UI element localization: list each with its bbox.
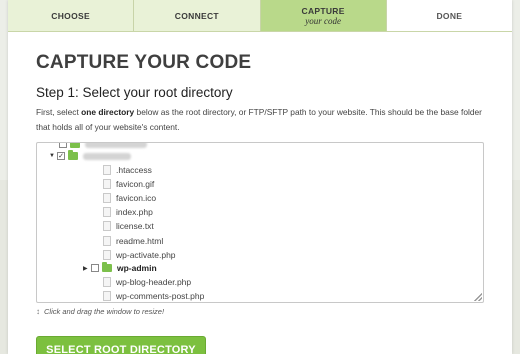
tree-row-wp-admin[interactable]: ▶ wp-admin [83, 261, 157, 275]
file-icon [103, 291, 111, 302]
file-label: wp-activate.php [116, 249, 176, 260]
file-label: .htaccess [116, 165, 152, 175]
tree-row-file[interactable]: wp-blog-header.php [103, 275, 191, 289]
step-label: CONNECT [174, 10, 219, 21]
step-choose[interactable]: CHOOSE [8, 0, 135, 31]
resize-handle-icon[interactable] [474, 293, 482, 301]
tree-row-file[interactable]: license.txt [103, 219, 154, 233]
step-sublabel: your code [305, 15, 341, 26]
instructions-before: First, select [36, 107, 82, 117]
resize-arrows-icon: ↕ [36, 307, 40, 316]
file-icon [103, 193, 111, 204]
step-progress-bar: CHOOSE CONNECT CAPTURE your code DONE [8, 0, 512, 32]
checkbox[interactable] [59, 143, 67, 148]
collapse-arrow-icon[interactable]: ▶ [83, 265, 91, 272]
file-label: index.php [116, 207, 153, 218]
file-icon [103, 249, 111, 260]
step-label: CAPTURE [301, 5, 345, 16]
resize-hint: ↕ Click and drag the window to resize! [36, 307, 484, 316]
tree-row-root-folder[interactable]: ▼ ✓ [49, 149, 131, 163]
tree-row-file[interactable]: readme.html [103, 234, 163, 248]
folder-label: wp-admin [117, 263, 157, 273]
tree-row-file[interactable]: favicon.ico [103, 191, 156, 205]
step-capture[interactable]: CAPTURE your code [260, 0, 387, 31]
folder-icon [68, 150, 78, 160]
file-icon [103, 179, 111, 190]
tree-row-file[interactable]: index.php [103, 205, 153, 219]
file-icon [103, 221, 111, 232]
step-done[interactable]: DONE [386, 0, 512, 31]
instructions-bold: one directory [81, 107, 135, 117]
file-icon [103, 235, 111, 246]
file-icon [103, 165, 111, 175]
step-connect[interactable]: CONNECT [134, 0, 261, 31]
step-label: DONE [436, 10, 463, 21]
tree-row-file[interactable]: favicon.gif [103, 177, 154, 191]
page-title: CAPTURE YOUR CODE [36, 52, 252, 73]
redacted-folder-name [85, 143, 147, 148]
file-label: favicon.gif [116, 179, 155, 190]
instructions-text: First, select one directory below as the… [36, 105, 492, 135]
main-content: CAPTURE YOUR CODE Step 1: Select your ro… [8, 32, 512, 354]
file-label: favicon.ico [116, 193, 157, 204]
redacted-folder-name [83, 152, 131, 160]
resize-hint-text: Click and drag the window to resize! [44, 307, 165, 316]
folder-icon [102, 262, 112, 272]
select-root-directory-button[interactable]: SELECT ROOT DIRECTORY [36, 336, 206, 354]
file-label: wp-comments-post.php [116, 291, 205, 302]
file-icon [103, 207, 111, 218]
tree-row-file[interactable]: wp-comments-post.php [103, 289, 205, 302]
file-label: wp-blog-header.php [116, 277, 192, 287]
checkbox[interactable] [91, 264, 99, 272]
expand-arrow-icon[interactable]: ▼ [49, 153, 57, 159]
file-label: license.txt [116, 221, 154, 232]
file-icon [103, 277, 111, 287]
step-label: CHOOSE [51, 10, 90, 21]
directory-tree[interactable]: ▼ ✓ .htaccess favicon.gif favicon.ico index… [36, 142, 484, 303]
tree-row-file[interactable]: wp-activate.php [103, 248, 176, 262]
folder-icon [70, 143, 80, 148]
step-heading: Step 1: Select your root directory [36, 85, 233, 100]
file-label: readme.html [116, 235, 164, 246]
tree-row-file[interactable]: .htaccess [103, 163, 152, 177]
checkbox-checked[interactable]: ✓ [57, 152, 65, 160]
wizard-panel: CHOOSE CONNECT CAPTURE your code DONE CA… [8, 0, 512, 354]
